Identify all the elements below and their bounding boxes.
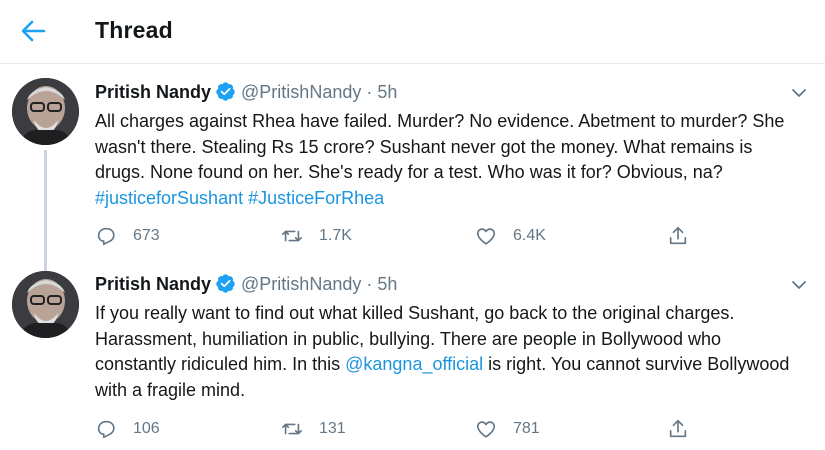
share-icon	[669, 226, 687, 245]
retweet-icon	[282, 423, 302, 435]
author-name[interactable]: Pritish Nandy	[95, 274, 211, 294]
author-name[interactable]: Pritish Nandy	[95, 82, 211, 102]
retweet-icon	[282, 230, 302, 242]
tweet-meta: Pritish Nandy @PritishNandy · 5h	[95, 273, 397, 295]
tweet-text: All charges against Rhea have failed. Mu…	[95, 109, 805, 211]
share-icon	[669, 419, 687, 438]
arrow-left-icon[interactable]	[20, 19, 46, 43]
tweet-actions: 106 131 781	[95, 417, 695, 441]
retweet-count: 1.7K	[319, 227, 352, 244]
mention-link[interactable]: @kangna_official	[345, 354, 483, 374]
reply-button[interactable]: 106	[95, 417, 160, 441]
tweet-timestamp[interactable]: 5h	[377, 82, 397, 102]
tweet-text-part: All charges against Rhea have failed. Mu…	[95, 111, 785, 182]
tweet[interactable]: Pritish Nandy @PritishNandy · 5h If you r…	[0, 259, 825, 450]
reply-icon	[97, 227, 115, 246]
tweet[interactable]: Pritish Nandy @PritishNandy · 5h All char…	[0, 64, 825, 328]
author-handle[interactable]: @PritishNandy	[241, 82, 361, 102]
tweet-text: If you really want to find out what kill…	[95, 301, 805, 403]
chevron-down-icon[interactable]	[789, 275, 809, 295]
separator-dot: ·	[366, 274, 373, 294]
author-handle[interactable]: @PritishNandy	[241, 274, 361, 294]
verified-badge-icon	[216, 274, 235, 293]
verified-badge-icon	[216, 82, 235, 101]
like-button[interactable]: 6.4K	[475, 224, 546, 248]
retweet-button[interactable]: 1.7K	[281, 224, 352, 248]
reply-count: 673	[133, 227, 160, 244]
share-button[interactable]	[667, 224, 689, 248]
like-count: 6.4K	[513, 227, 546, 244]
tweet-actions: 673 1.7K 6.4K	[95, 224, 695, 248]
reply-count: 106	[133, 420, 160, 437]
retweet-button[interactable]: 131	[281, 417, 346, 441]
like-count: 781	[513, 420, 540, 437]
reply-icon	[97, 420, 115, 439]
page-title: Thread	[95, 17, 173, 43]
like-button[interactable]: 781	[475, 417, 540, 441]
avatar[interactable]	[12, 78, 79, 145]
heart-icon	[476, 421, 496, 438]
retweet-count: 131	[319, 420, 346, 437]
separator-dot: ·	[366, 82, 373, 102]
avatar[interactable]	[12, 271, 79, 338]
reply-button[interactable]: 673	[95, 224, 160, 248]
share-button[interactable]	[667, 417, 689, 441]
hashtag-link[interactable]: #justiceforSushant	[95, 188, 243, 208]
tweet-meta: Pritish Nandy @PritishNandy · 5h	[95, 81, 397, 103]
tweet-timestamp[interactable]: 5h	[377, 274, 397, 294]
thread-header: Thread	[0, 0, 825, 64]
heart-icon	[476, 228, 496, 245]
hashtag-link[interactable]: #JusticeForRhea	[248, 188, 384, 208]
chevron-down-icon[interactable]	[789, 83, 809, 103]
